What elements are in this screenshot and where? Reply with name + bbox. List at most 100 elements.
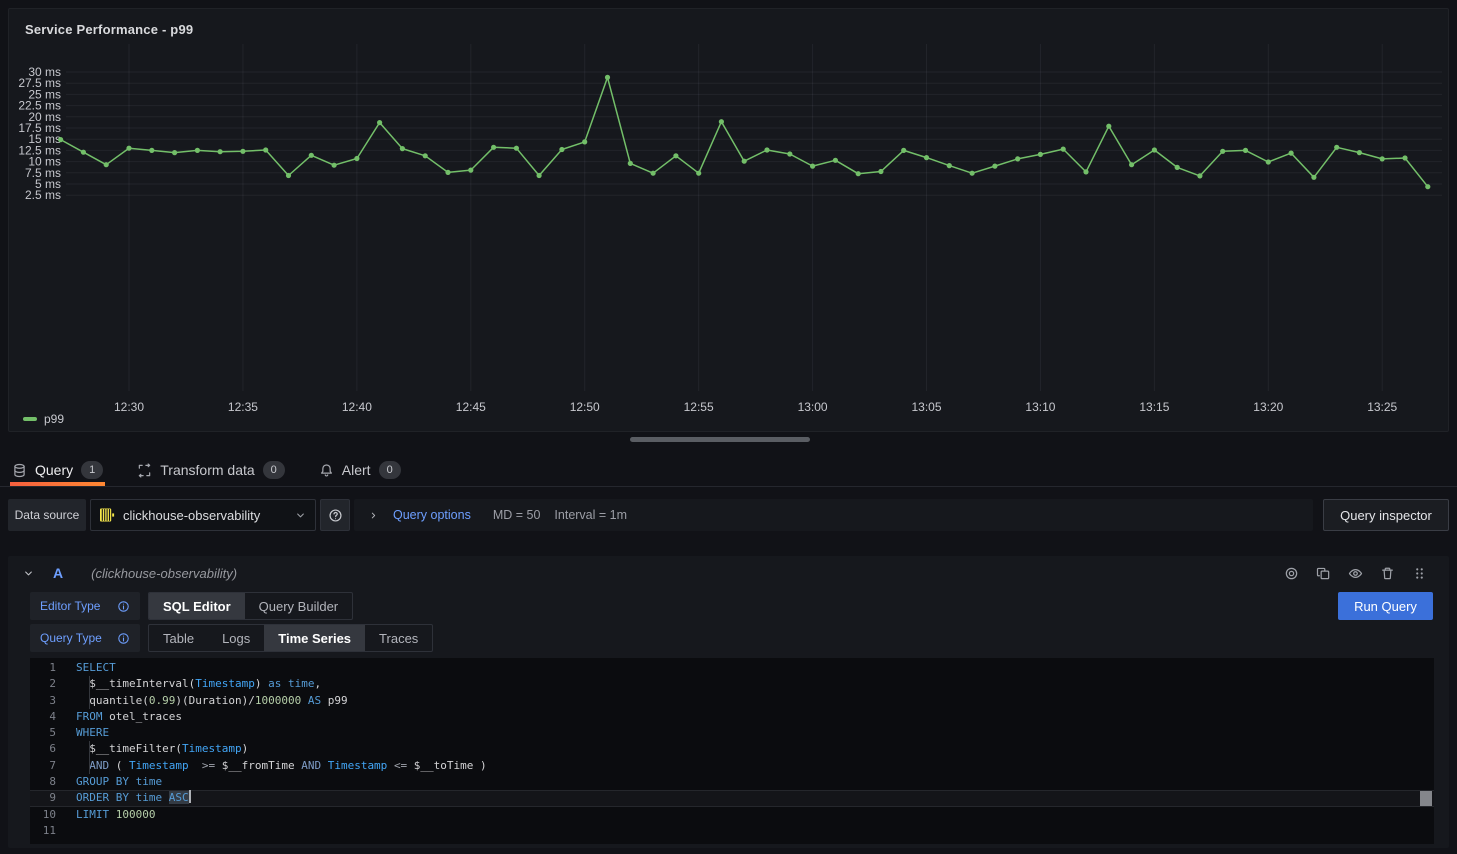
code-lines: SELECT $__timeInterval(Timestamp) as tim… (76, 660, 1420, 839)
legend-series-label[interactable]: p99 (44, 412, 64, 426)
bell-icon (319, 463, 334, 478)
line-number: 2 (30, 676, 56, 692)
query-type-label: Query Type (40, 631, 102, 645)
indent-guide (89, 758, 90, 774)
query-datasource-hint: (clickhouse-observability) (91, 566, 237, 581)
editor-type-sql-editor[interactable]: SQL Editor (149, 593, 245, 619)
chevron-right-icon[interactable] (368, 510, 379, 521)
editor-type-label: Editor Type (40, 599, 100, 613)
query-type-group: TableLogsTime SeriesTraces (148, 624, 433, 652)
trash-icon[interactable] (1380, 566, 1395, 581)
editor-type-query-builder[interactable]: Query Builder (245, 593, 352, 619)
sql-code-editor[interactable]: 1234567891011 SELECT $__timeInterval(Tim… (30, 658, 1434, 844)
eye-icon[interactable] (1348, 566, 1363, 581)
code-line-2[interactable]: $__timeInterval(Timestamp) as time, (76, 676, 1420, 692)
line-number: 6 (30, 741, 56, 757)
line-number: 11 (30, 823, 56, 839)
svg-text:12:45: 12:45 (456, 400, 486, 414)
line-number: 8 (30, 774, 56, 790)
panel-title: Service Performance - p99 (25, 22, 193, 37)
svg-text:13:15: 13:15 (1139, 400, 1169, 414)
code-line-3[interactable]: quantile(0.99)(Duration)/1000000 AS p99 (76, 693, 1420, 709)
code-line-4[interactable]: FROM otel_traces (76, 709, 1420, 725)
query-editor-card: A (clickhouse-observability) Editor Type… (8, 556, 1449, 848)
query-type-logs[interactable]: Logs (208, 625, 264, 651)
editor-type-row: Editor Type SQL EditorQuery Builder Run … (30, 592, 1433, 620)
svg-text:13:20: 13:20 (1253, 400, 1283, 414)
line-number: 1 (30, 660, 56, 676)
svg-text:13:10: 13:10 (1025, 400, 1055, 414)
info-circle-icon[interactable] (117, 600, 130, 613)
code-line-9[interactable]: ORDER BY time ASC (76, 790, 1420, 806)
datasource-toolbar: Data source clickhouse-observability Que… (8, 499, 1449, 531)
query-options-md: MD = 50 (493, 508, 541, 522)
series-line (61, 77, 1428, 186)
svg-text:30 ms: 30 ms (28, 65, 61, 79)
editor-type-group: SQL EditorQuery Builder (148, 592, 353, 620)
indent-guide (89, 676, 90, 692)
chevron-down-icon[interactable] (22, 567, 35, 580)
code-line-1[interactable]: SELECT (76, 660, 1420, 676)
line-number: 5 (30, 725, 56, 741)
record-icon[interactable] (1284, 566, 1299, 581)
svg-text:12:55: 12:55 (684, 400, 714, 414)
code-line-5[interactable]: WHERE (76, 725, 1420, 741)
tab-badge: 0 (379, 461, 401, 479)
query-options-link[interactable]: Query options (393, 508, 471, 522)
tab-label: Alert (342, 462, 371, 478)
chevron-down-icon (294, 509, 307, 522)
series-points (58, 75, 1430, 189)
clickhouse-logo-icon (99, 507, 115, 523)
query-inspector-button[interactable]: Query inspector (1323, 499, 1449, 531)
svg-text:12:30: 12:30 (114, 400, 144, 414)
x-axis-labels: 12:3012:3512:4012:4512:5012:5513:0013:05… (114, 400, 1398, 414)
info-circle-icon[interactable] (117, 632, 130, 645)
svg-text:12:50: 12:50 (570, 400, 600, 414)
tab-label: Query (35, 462, 73, 478)
query-type-table[interactable]: Table (149, 625, 208, 651)
copy-icon[interactable] (1316, 566, 1331, 581)
query-type-traces[interactable]: Traces (365, 625, 432, 651)
code-line-10[interactable]: LIMIT 100000 (76, 807, 1420, 823)
tab-badge: 1 (81, 461, 103, 479)
query-type-time-series[interactable]: Time Series (264, 625, 365, 651)
run-query-button[interactable]: Run Query (1338, 592, 1433, 620)
svg-text:13:05: 13:05 (911, 400, 941, 414)
svg-text:13:25: 13:25 (1367, 400, 1397, 414)
line-number: 4 (30, 709, 56, 725)
query-ref-id[interactable]: A (53, 565, 63, 581)
legend-series-swatch (23, 417, 37, 421)
datasource-label: Data source (8, 499, 86, 531)
grip-icon[interactable] (1412, 566, 1427, 581)
tab-alert[interactable]: Alert 0 (317, 454, 403, 486)
grafana-panel-edit-page: 2.5 ms5 ms7.5 ms10 ms12.5 ms15 ms17.5 ms… (0, 0, 1457, 854)
code-line-11[interactable] (76, 823, 1420, 839)
line-number-gutter: 1234567891011 (30, 660, 56, 839)
indent-guide (89, 741, 90, 757)
code-line-7[interactable]: AND ( Timestamp >= $__fromTime AND Times… (76, 758, 1420, 774)
tab-transform-data[interactable]: Transform data 0 (135, 454, 287, 486)
datasource-help-button[interactable] (320, 499, 350, 531)
panel-service-performance: 2.5 ms5 ms7.5 ms10 ms12.5 ms15 ms17.5 ms… (8, 8, 1449, 432)
question-circle-icon (328, 508, 343, 523)
horizontal-scrollbar[interactable] (630, 437, 810, 442)
indent-guide (89, 693, 90, 709)
line-number: 3 (30, 693, 56, 709)
svg-text:12:40: 12:40 (342, 400, 372, 414)
code-line-8[interactable]: GROUP BY time (76, 774, 1420, 790)
code-line-6[interactable]: $__timeFilter(Timestamp) (76, 741, 1420, 757)
datasource-value: clickhouse-observability (123, 508, 286, 523)
query-row-header: A (clickhouse-observability) (8, 556, 1449, 590)
line-number: 9 (30, 790, 56, 806)
transform-icon (137, 463, 152, 478)
chart-legend: p99 (23, 412, 64, 426)
datasource-picker[interactable]: clickhouse-observability (90, 499, 316, 531)
text-cursor (189, 790, 191, 803)
line-number: 10 (30, 807, 56, 823)
editor-type-label-box: Editor Type (30, 592, 140, 620)
editor-tabs: Query 1 Transform data 0 Alert 0 (0, 454, 1457, 487)
query-options-bar: Query options MD = 50 Interval = 1m (354, 499, 1313, 531)
svg-text:12:35: 12:35 (228, 400, 258, 414)
timeseries-plot[interactable]: 2.5 ms5 ms7.5 ms10 ms12.5 ms15 ms17.5 ms… (9, 9, 1450, 433)
tab-query[interactable]: Query 1 (10, 454, 105, 486)
